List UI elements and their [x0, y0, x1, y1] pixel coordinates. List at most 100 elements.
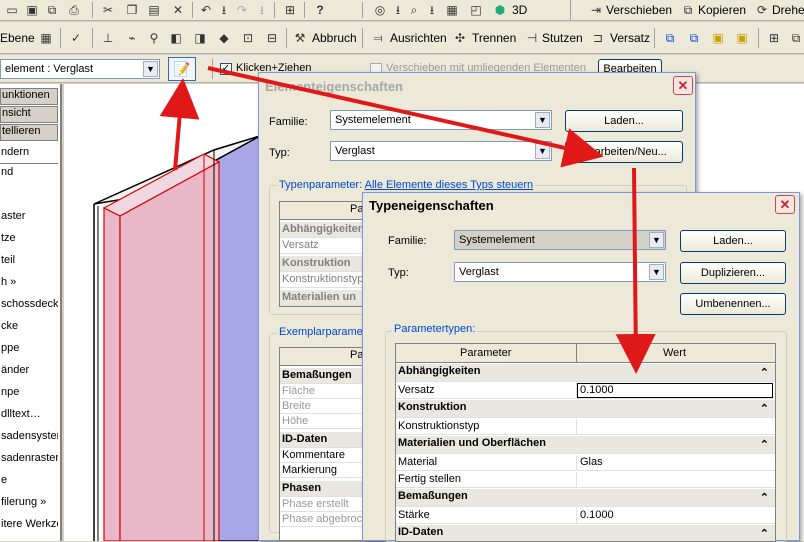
sidebar-item-15[interactable]: sadenraster: [0, 452, 58, 470]
split-icon[interactable]: ✣: [452, 30, 468, 46]
table-row[interactable]: Abhängigkeiten: [280, 222, 362, 238]
chevron-down-icon[interactable]: ▼: [535, 143, 550, 159]
ausrichten-button[interactable]: Ausrichten: [390, 31, 447, 45]
parameter-row[interactable]: Material Glas: [396, 455, 775, 471]
rotate-icon[interactable]: ⟳: [754, 2, 770, 18]
redo-icon[interactable]: ↷: [234, 2, 250, 18]
section-row[interactable]: Materialien und Oberflächen ⌃: [396, 436, 775, 454]
sidebar-item-17[interactable]: filerung »: [0, 496, 58, 514]
tool-c-icon[interactable]: ⚲: [146, 30, 162, 46]
close-button[interactable]: ✕: [775, 195, 795, 214]
collapse-icon[interactable]: ⌃: [760, 438, 769, 451]
parameter-row[interactable]: Versatz 0.1000: [396, 383, 775, 399]
sidebar-tab-1[interactable]: unktionen: [0, 88, 58, 105]
zoom-dropdown-icon[interactable]: ⭳: [390, 2, 406, 18]
parameter-row[interactable]: Konstruktionstyp: [396, 419, 775, 435]
collapse-icon[interactable]: ⌃: [760, 402, 769, 415]
sidebar-item-12[interactable]: npe: [0, 386, 58, 404]
ebene-button[interactable]: Ebene: [0, 31, 35, 45]
sidebar-item-2[interactable]: nd: [0, 166, 58, 184]
group-a-icon[interactable]: ⧉: [662, 30, 678, 46]
cut-icon[interactable]: ✂: [100, 2, 116, 18]
parameter-value[interactable]: Glas: [580, 456, 603, 468]
sidebar-item-7[interactable]: h »: [0, 276, 58, 294]
grid-icon[interactable]: ▦: [38, 30, 54, 46]
chevron-down-icon[interactable]: ▼: [649, 264, 664, 280]
properties-button[interactable]: 📝: [168, 57, 196, 81]
table-row[interactable]: Materialien un: [280, 290, 362, 306]
parameter-row[interactable]: Stärke 0.1000: [396, 508, 775, 524]
zoom-icon[interactable]: ◎: [372, 2, 388, 18]
spellcheck-icon[interactable]: ✓: [68, 30, 84, 46]
bearbeiten-neu-button[interactable]: Bearbeiten/Neu...: [565, 141, 683, 163]
verschieben-button[interactable]: Verschieben: [606, 3, 672, 17]
sidebar-item-16[interactable]: e: [0, 474, 58, 492]
section-row[interactable]: Konstruktion ⌃: [396, 400, 775, 418]
demolish-icon[interactable]: ⚒: [292, 30, 308, 46]
view-icon[interactable]: ▦: [444, 2, 460, 18]
group-b-icon[interactable]: ⧉: [686, 30, 702, 46]
chevron-down-icon[interactable]: ▼: [649, 232, 664, 248]
undo-icon[interactable]: ↶: [198, 2, 214, 18]
table-row[interactable]: Phase erstellt: [280, 497, 362, 512]
save-all-icon[interactable]: ⧉: [44, 2, 60, 18]
sidebar-item-14[interactable]: sadensyster: [0, 430, 58, 448]
kopieren-button[interactable]: Kopieren: [698, 3, 746, 17]
parameter-row[interactable]: Fertig stellen: [396, 472, 775, 488]
laden-button[interactable]: Laden...: [680, 230, 786, 252]
parameter-value[interactable]: 0.1000: [577, 383, 773, 398]
element-dialog-titlebar[interactable]: Elementeigenschaften: [259, 73, 695, 99]
sidebar-item-18[interactable]: itere Werkze: [0, 518, 58, 536]
sidebar-item-4[interactable]: aster: [0, 210, 58, 228]
align-icon[interactable]: ⫤: [370, 30, 386, 46]
familie-select[interactable]: Systemelement ▼: [330, 110, 552, 130]
section-row[interactable]: Abhängigkeiten ⌃: [396, 364, 775, 382]
print-icon[interactable]: ⎙: [66, 2, 82, 18]
tool-d-icon[interactable]: ◧: [168, 30, 184, 46]
tool-e-icon[interactable]: ◨: [192, 30, 208, 46]
sidebar-item-11[interactable]: änder: [0, 364, 58, 382]
abbruch-button[interactable]: Abbruch: [312, 31, 357, 45]
chevron-down-icon[interactable]: ▼: [143, 61, 158, 77]
trim-icon[interactable]: ⊣: [524, 30, 540, 46]
section-row[interactable]: Bemaßungen ⌃: [396, 489, 775, 507]
tool-g-icon[interactable]: ⊡: [240, 30, 256, 46]
table-row[interactable]: Kommentare: [280, 448, 362, 463]
close-button[interactable]: ✕: [673, 76, 693, 95]
sidebar-item-8[interactable]: schossdecke: [0, 298, 58, 316]
table-row[interactable]: Versatz: [280, 238, 362, 254]
offset-icon[interactable]: ⊐: [590, 30, 606, 46]
collapse-icon[interactable]: ⌃: [760, 366, 769, 379]
tool-a-icon[interactable]: ⊥: [100, 30, 116, 46]
sidebar-item-5[interactable]: tze: [0, 232, 58, 250]
versatz-button[interactable]: Versatz: [610, 31, 650, 45]
sidebar-item-1[interactable]: ndern: [0, 146, 58, 164]
drehen-button[interactable]: Drehen: [772, 3, 804, 17]
table-row[interactable]: Konstruktion: [280, 256, 362, 272]
sidebar-item-10[interactable]: ppe: [0, 342, 58, 360]
laden-button[interactable]: Laden...: [565, 110, 683, 132]
move-icon[interactable]: ⇥: [588, 2, 604, 18]
table-row[interactable]: Höhe: [280, 414, 362, 429]
group-f-icon[interactable]: ⧉: [788, 30, 804, 46]
type-dialog-titlebar[interactable]: Typeneigenschaften: [363, 193, 799, 217]
tool-b-icon[interactable]: ⌁: [124, 30, 140, 46]
search-dropdown-icon[interactable]: ⭳: [424, 2, 440, 18]
group-c-icon[interactable]: ▣: [710, 30, 726, 46]
table-row[interactable]: Phasen: [280, 481, 362, 497]
undo-dropdown-icon[interactable]: ⭳: [216, 2, 232, 18]
paste-icon[interactable]: ▤: [146, 2, 162, 18]
umbenennen-button[interactable]: Umbenennen...: [680, 293, 786, 315]
table-row[interactable]: ID-Daten: [280, 432, 362, 448]
familie-select[interactable]: Systemelement ▼: [454, 230, 666, 250]
collapse-icon[interactable]: ⌃: [760, 527, 769, 540]
help-icon[interactable]: ?: [312, 2, 328, 18]
stutzen-button[interactable]: Stutzen: [542, 31, 583, 45]
sidebar-tab-2[interactable]: nsicht: [0, 106, 58, 123]
view-3d-button[interactable]: 3D: [512, 3, 527, 17]
cube-3d-icon[interactable]: ⬢: [492, 2, 508, 18]
table-row[interactable]: Phase abgebroc: [280, 512, 362, 527]
redo-dropdown-icon[interactable]: ⭳: [254, 2, 270, 18]
section-icon[interactable]: ◰: [468, 2, 484, 18]
tool-h-icon[interactable]: ⊟: [264, 30, 280, 46]
